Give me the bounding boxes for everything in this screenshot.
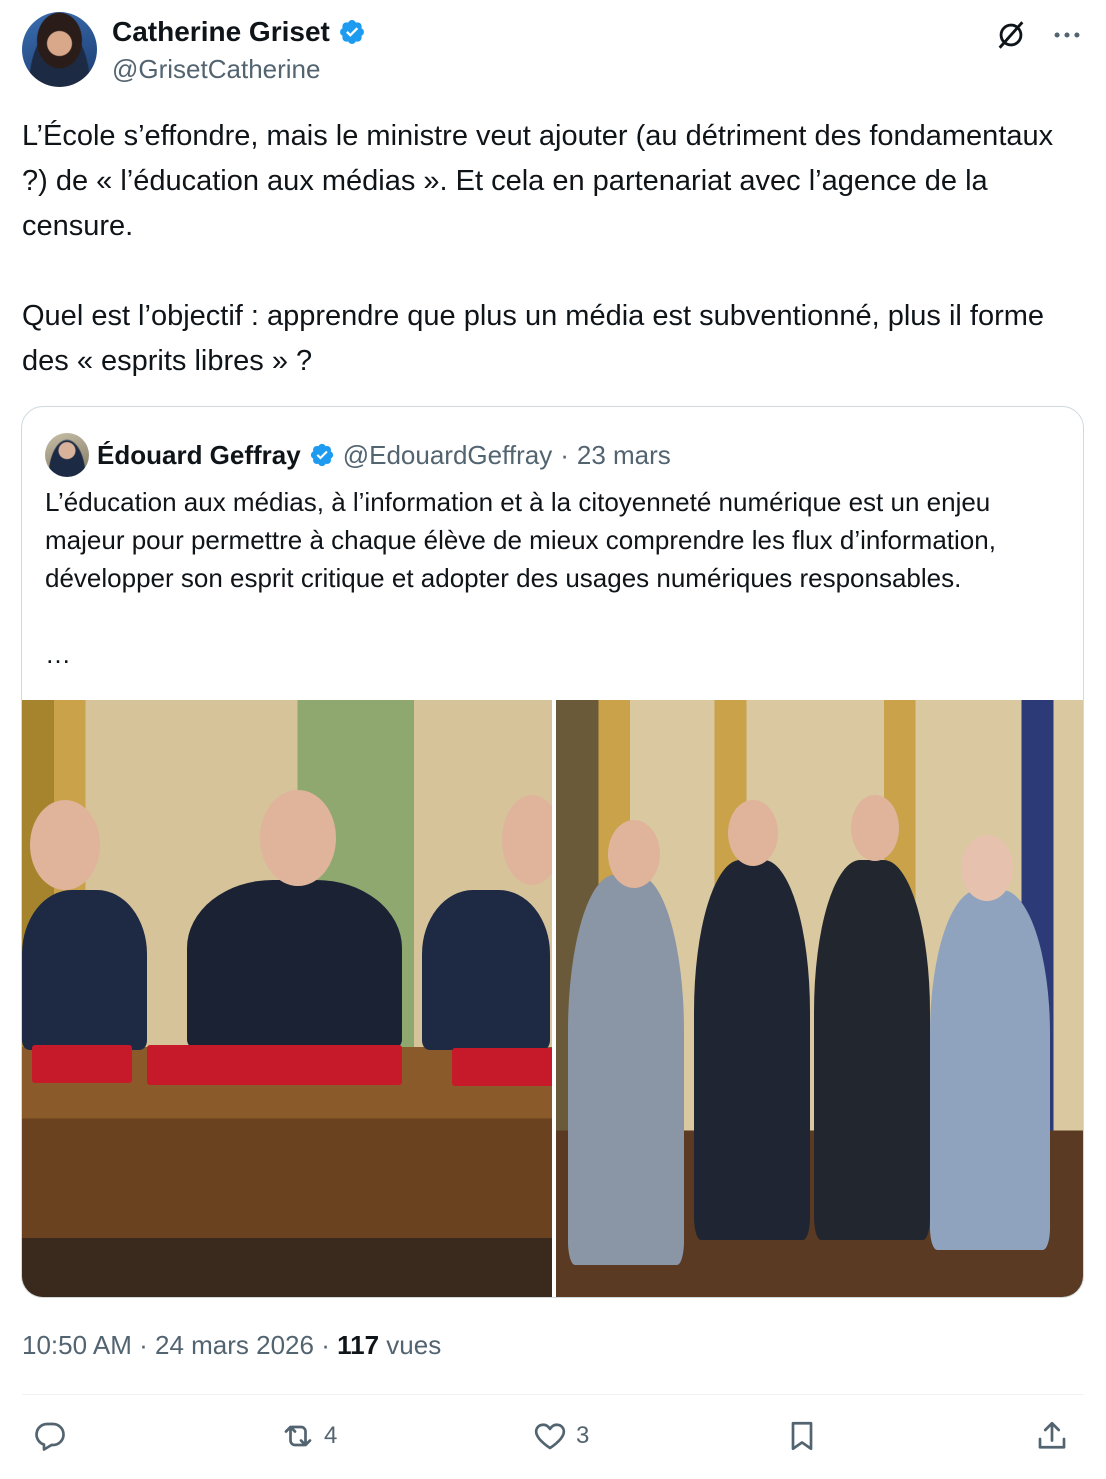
tweet-time[interactable]: 10:50 AM bbox=[22, 1330, 132, 1360]
meta-separator: · bbox=[139, 1330, 155, 1360]
person-head bbox=[502, 795, 552, 885]
group-photo[interactable] bbox=[555, 700, 1083, 1297]
author-handle[interactable]: @GrisetCatherine bbox=[112, 54, 320, 85]
quoted-tweet-text: L’éducation aux médias, à l’information … bbox=[45, 487, 1004, 593]
person-head bbox=[960, 835, 1013, 901]
views-count: 117 bbox=[337, 1330, 380, 1360]
document-folder bbox=[32, 1045, 132, 1083]
quoted-tweet-media bbox=[22, 700, 1083, 1297]
document-folder bbox=[147, 1045, 402, 1085]
action-bar: 4 3 bbox=[22, 1418, 1084, 1466]
author-name[interactable]: Catherine Griset bbox=[112, 16, 330, 48]
like-count: 3 bbox=[576, 1422, 590, 1449]
quoted-author-name: Édouard Geffray bbox=[97, 439, 301, 470]
author-name-row: Catherine Griset bbox=[112, 16, 366, 48]
person-silhouette bbox=[422, 890, 550, 1050]
person-silhouette bbox=[22, 890, 147, 1050]
quoted-tweet-ellipsis: … bbox=[45, 639, 71, 669]
views-label: vues bbox=[386, 1330, 442, 1360]
tweet-meta: 10:50 AM · 24 mars 2026 · 117 vues bbox=[22, 1330, 441, 1361]
document-folder bbox=[452, 1048, 552, 1086]
person-silhouette bbox=[187, 880, 402, 1050]
header-actions bbox=[994, 18, 1084, 52]
quoted-tweet-date: 23 mars bbox=[576, 439, 671, 470]
bookmark-icon bbox=[791, 1421, 813, 1451]
person-head bbox=[727, 800, 778, 866]
quoted-tweet[interactable]: Édouard Geffray @EdouardGeffray · 23 mar… bbox=[21, 406, 1084, 1298]
retweet-count: 4 bbox=[324, 1422, 338, 1449]
bookmark-button[interactable] bbox=[784, 1418, 820, 1454]
verified-badge-icon bbox=[310, 443, 333, 467]
reply-icon bbox=[35, 1422, 65, 1451]
retweet-button[interactable]: 4 bbox=[280, 1418, 337, 1454]
tweet-text: L’École s’effondre, mais le ministre veu… bbox=[22, 120, 1054, 377]
more-icon[interactable] bbox=[1050, 18, 1084, 52]
reply-button[interactable] bbox=[32, 1418, 76, 1454]
quoted-author-avatar bbox=[45, 433, 89, 477]
retweet-icon bbox=[284, 1425, 312, 1447]
signing-photo[interactable] bbox=[22, 700, 552, 1297]
quoted-author-handle: @EdouardGeffray bbox=[342, 439, 553, 470]
tweet-header: Catherine Griset @GrisetCatherine bbox=[22, 12, 1084, 90]
grok-icon[interactable] bbox=[994, 18, 1028, 52]
person-silhouette bbox=[813, 860, 930, 1240]
person-silhouette bbox=[567, 875, 684, 1265]
share-button[interactable] bbox=[1034, 1418, 1070, 1454]
verified-badge-icon bbox=[339, 20, 364, 44]
person-head bbox=[260, 790, 336, 886]
person-silhouette bbox=[693, 860, 810, 1240]
person-head bbox=[607, 820, 660, 888]
share-icon bbox=[1038, 1421, 1066, 1449]
quoted-tweet-header: Édouard Geffray @EdouardGeffray · 23 mar… bbox=[45, 433, 671, 477]
meta-separator: · bbox=[321, 1330, 338, 1360]
person-head bbox=[30, 800, 100, 890]
person-head bbox=[850, 795, 899, 861]
tweet-date[interactable]: 24 mars 2026 bbox=[155, 1330, 314, 1360]
like-button[interactable]: 3 bbox=[532, 1418, 589, 1454]
heart-icon bbox=[534, 1423, 566, 1450]
author-avatar[interactable] bbox=[22, 12, 97, 87]
person-silhouette bbox=[929, 890, 1050, 1250]
meta-separator: · bbox=[560, 439, 569, 470]
divider bbox=[22, 1394, 1084, 1395]
